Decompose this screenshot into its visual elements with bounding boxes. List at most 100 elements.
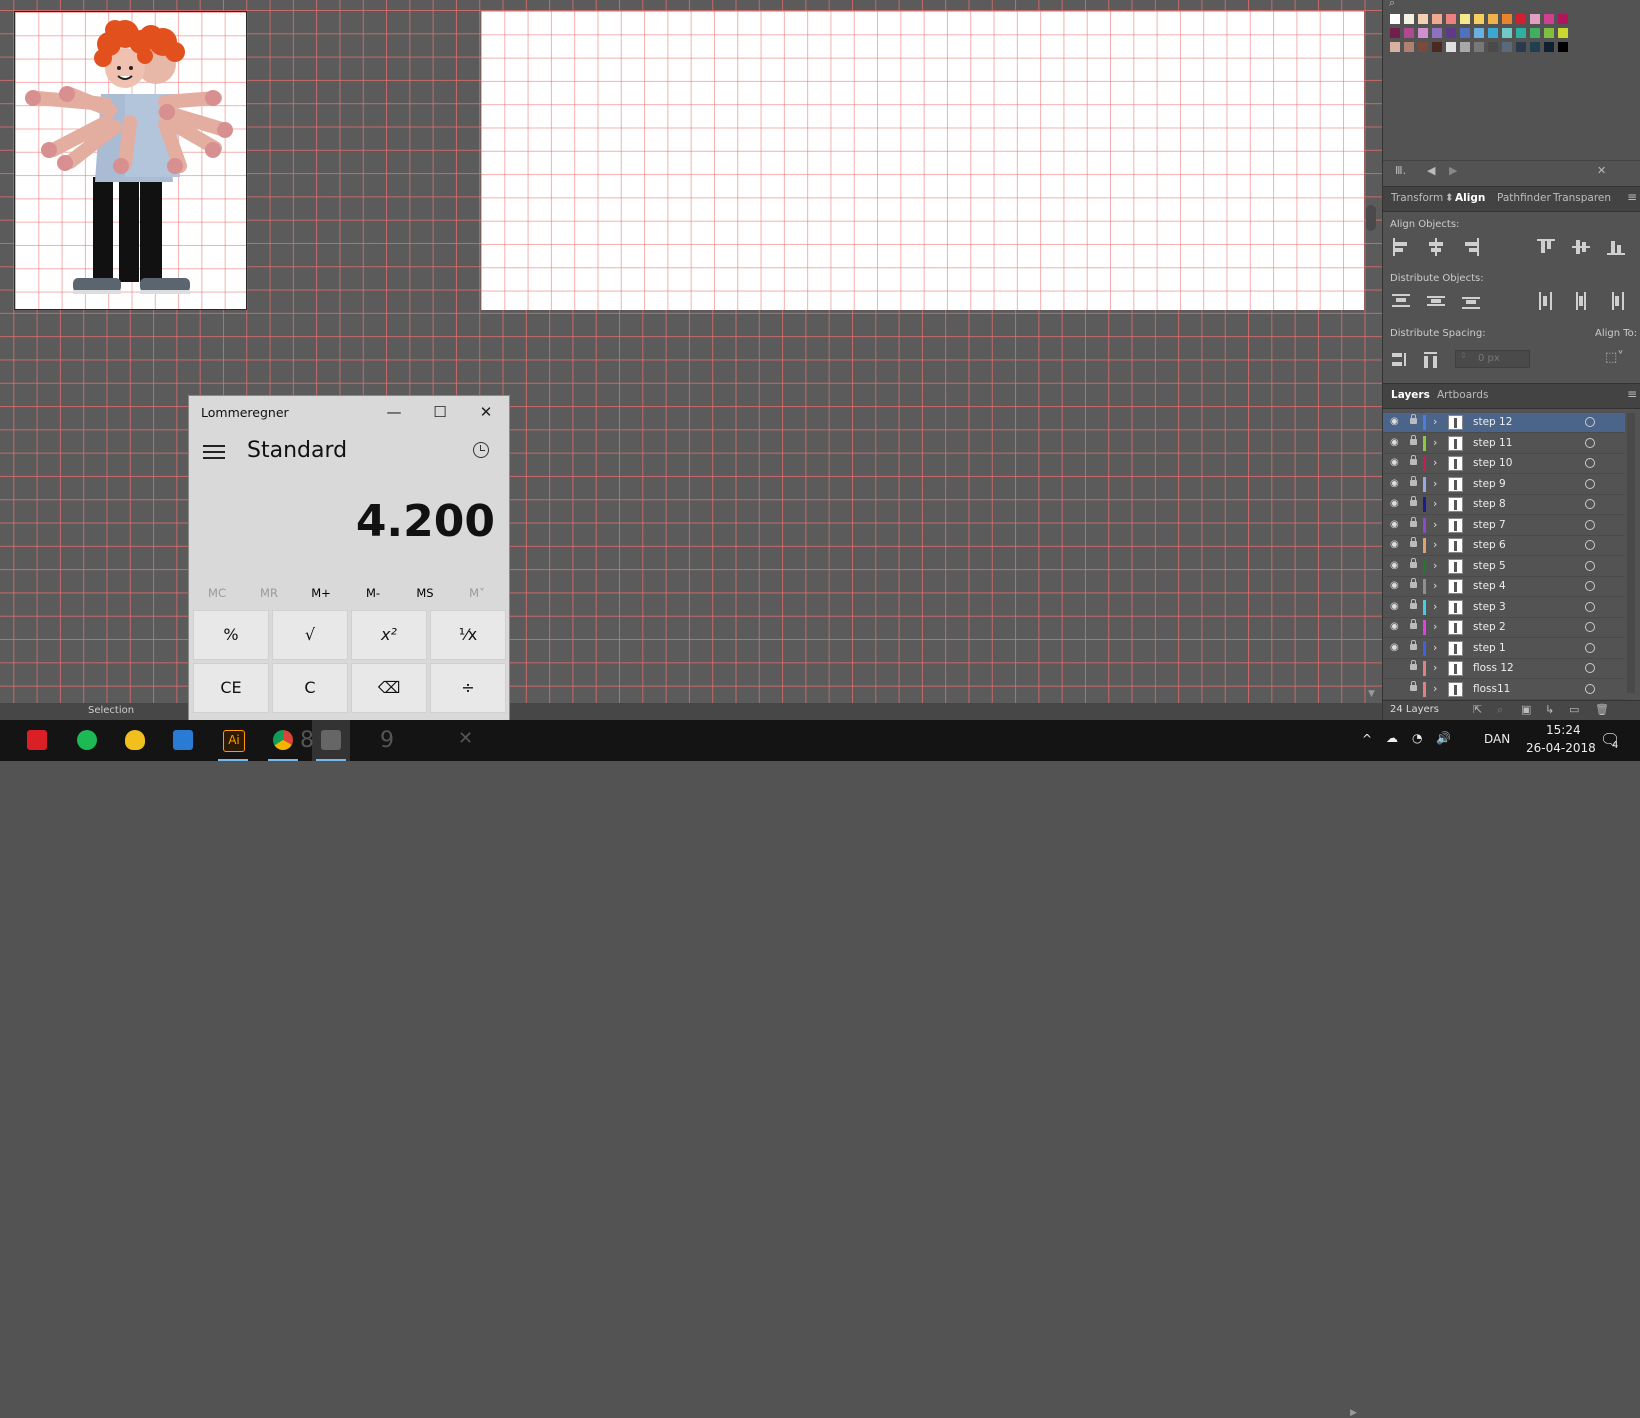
expand-arrow-icon[interactable]: › [1433, 559, 1437, 572]
layer-name[interactable]: step 3 [1473, 601, 1506, 613]
layers-scrollbar[interactable] [1627, 413, 1635, 693]
language-indicator[interactable]: DAN [1484, 732, 1510, 746]
layer-row[interactable]: ◉ › step 6 [1383, 536, 1625, 556]
lock-icon[interactable] [1410, 516, 1417, 527]
color-swatch[interactable] [1431, 13, 1443, 25]
lock-icon[interactable] [1410, 414, 1417, 424]
duck-app-icon[interactable] [116, 720, 154, 761]
tab-layers[interactable]: Layers [1391, 389, 1430, 401]
visibility-eye-icon[interactable]: ◉ [1390, 498, 1399, 509]
color-swatch[interactable] [1487, 27, 1499, 39]
color-swatch[interactable] [1473, 27, 1485, 39]
lock-icon[interactable] [1410, 455, 1417, 465]
memory-recall-button[interactable]: MR [245, 586, 293, 600]
next-arrow-icon[interactable]: ▶ [1449, 164, 1457, 177]
visibility-eye-icon[interactable]: ◉ [1390, 601, 1399, 612]
layer-name[interactable]: step 5 [1473, 560, 1506, 572]
visibility-eye-icon[interactable]: ◉ [1390, 580, 1399, 591]
distribute-horizontal-space-icon[interactable] [1421, 350, 1439, 368]
color-swatch[interactable] [1557, 13, 1569, 25]
layer-name[interactable]: step 9 [1473, 478, 1506, 490]
panel-menu-icon[interactable]: ≡ [1627, 190, 1637, 204]
color-swatch[interactable] [1557, 27, 1569, 39]
align-horizontal-center-icon[interactable] [1427, 238, 1445, 256]
reciprocal-button[interactable]: ¹⁄x [430, 610, 506, 660]
color-swatch[interactable] [1417, 27, 1429, 39]
color-swatch[interactable] [1459, 27, 1471, 39]
layer-target-icon[interactable] [1585, 642, 1595, 653]
lock-icon[interactable] [1410, 537, 1417, 547]
layer-row[interactable]: ◉ › step 11 [1383, 434, 1625, 454]
align-to-selection-icon[interactable]: ⬚˅ [1605, 350, 1624, 365]
vertical-scrollbar-thumb[interactable] [1366, 205, 1376, 231]
visibility-eye-icon[interactable]: ◉ [1390, 457, 1399, 468]
layer-target-icon[interactable] [1585, 458, 1595, 468]
color-swatch[interactable] [1403, 27, 1415, 39]
clear-entry-button[interactable]: CE [193, 663, 269, 713]
layer-name[interactable]: step 7 [1473, 519, 1506, 531]
color-swatch[interactable] [1543, 41, 1555, 53]
color-swatch[interactable] [1515, 27, 1527, 39]
chrome-icon[interactable] [264, 720, 302, 761]
color-swatch[interactable] [1431, 27, 1443, 39]
color-swatch[interactable] [1501, 13, 1513, 25]
expand-arrow-icon[interactable]: › [1433, 436, 1437, 449]
align-bottom-icon[interactable] [1607, 238, 1625, 256]
memory-add-button[interactable]: M+ [297, 586, 345, 600]
lock-icon[interactable] [1410, 496, 1417, 506]
color-swatch[interactable] [1459, 41, 1471, 53]
distribute-left-icon[interactable] [1537, 292, 1555, 310]
layer-row[interactable]: ◉ › step 8 [1383, 495, 1625, 515]
color-swatch[interactable] [1515, 41, 1527, 53]
memory-list-button[interactable]: M˅ [453, 586, 501, 600]
memory-store-button[interactable]: MS [401, 586, 449, 600]
layer-name[interactable]: step 11 [1473, 437, 1512, 449]
volume-icon[interactable]: 🔊 [1436, 731, 1451, 745]
layer-target-icon[interactable] [1585, 478, 1595, 489]
layer-name[interactable]: step 8 [1473, 498, 1506, 510]
scroll-right-arrow-icon[interactable]: ▶ [1350, 1408, 1357, 1418]
visibility-eye-icon[interactable]: ◉ [1390, 478, 1399, 489]
color-swatch[interactable] [1529, 13, 1541, 25]
align-vertical-center-icon[interactable] [1572, 238, 1590, 256]
layer-target-icon[interactable] [1585, 601, 1595, 612]
visibility-eye-icon[interactable]: ◉ [1390, 416, 1399, 427]
layer-row[interactable]: ◉ › step 3 [1383, 598, 1625, 618]
visibility-eye-icon[interactable]: ◉ [1390, 642, 1399, 653]
lock-icon[interactable] [1410, 639, 1417, 650]
layer-row[interactable]: › floss 12 [1383, 659, 1625, 679]
expand-arrow-icon[interactable]: › [1433, 497, 1437, 510]
lock-icon[interactable] [1410, 680, 1417, 691]
layer-row[interactable]: ◉ › step 9 [1383, 475, 1625, 495]
layer-row[interactable]: ◉ › step 4 [1383, 577, 1625, 597]
creative-cloud-icon[interactable] [18, 720, 56, 761]
layer-target-icon[interactable] [1585, 663, 1595, 673]
layer-target-icon[interactable] [1585, 417, 1595, 427]
color-swatch[interactable] [1389, 13, 1401, 25]
color-swatch[interactable] [1431, 41, 1443, 53]
square-root-button[interactable]: √ [272, 610, 348, 660]
align-right-icon[interactable] [1462, 238, 1480, 256]
color-swatch[interactable] [1389, 27, 1401, 39]
close-button[interactable]: ✕ [463, 400, 509, 424]
expand-arrow-icon[interactable]: › [1433, 415, 1437, 428]
layer-row[interactable]: ◉ › step 12 [1383, 413, 1625, 433]
color-swatch[interactable] [1557, 41, 1569, 53]
clock-time[interactable]: 15:24 [1546, 723, 1581, 737]
expand-arrow-icon[interactable]: › [1433, 620, 1437, 633]
clear-button[interactable]: C [272, 663, 348, 713]
color-swatch[interactable] [1473, 41, 1485, 53]
layer-row[interactable]: ◉ › step 1 [1383, 639, 1625, 659]
create-sublayer-icon[interactable]: ↳ [1545, 703, 1554, 716]
lock-icon[interactable] [1410, 619, 1417, 629]
color-swatch[interactable] [1543, 27, 1555, 39]
history-icon[interactable] [473, 442, 489, 458]
layer-name[interactable]: step 6 [1473, 539, 1506, 551]
new-layer-icon[interactable]: ▭ [1569, 703, 1579, 716]
layer-name[interactable]: step 12 [1473, 416, 1512, 428]
expand-arrow-icon[interactable]: › [1433, 518, 1437, 531]
color-swatch[interactable] [1403, 41, 1415, 53]
distribute-right-icon[interactable] [1607, 292, 1625, 310]
color-swatch[interactable] [1487, 13, 1499, 25]
expand-arrow-icon[interactable]: › [1433, 456, 1437, 469]
